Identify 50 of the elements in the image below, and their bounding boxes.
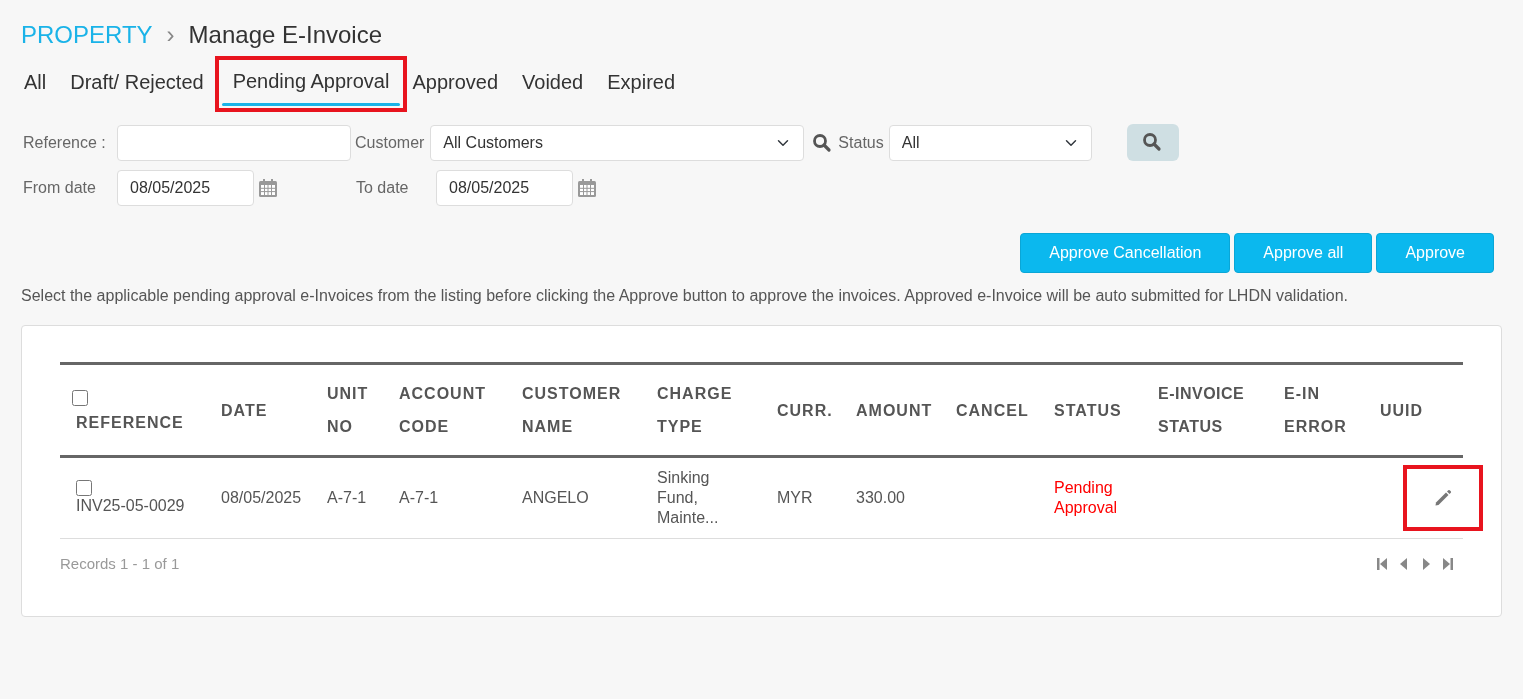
pencil-icon	[1434, 489, 1452, 507]
date-field[interactable]: 08/05/2025	[117, 170, 254, 206]
field-label: Reference :	[22, 132, 107, 153]
calendar-icon[interactable]	[258, 178, 278, 198]
table-cell: A-7-1	[383, 456, 506, 539]
column-header: UNIT NO	[311, 363, 383, 457]
column-header: UUID	[1364, 363, 1463, 457]
field-label: Customer	[355, 132, 425, 153]
page-title: Manage E-Invoice	[188, 20, 383, 50]
status-text: Pending Approval	[1038, 456, 1142, 539]
tab[interactable]: All	[21, 61, 50, 107]
tab[interactable]: Expired	[604, 61, 679, 107]
field-label: To date	[356, 178, 410, 198]
search-icon	[812, 132, 833, 153]
row-checkbox[interactable]	[76, 480, 92, 496]
calendar-icon[interactable]	[577, 178, 597, 198]
tab[interactable]: Draft/ Rejected	[67, 61, 207, 107]
first-page-icon[interactable]	[1375, 557, 1389, 572]
column-header: CANCEL	[940, 363, 1038, 457]
column-header: ACCOUNT CODE	[383, 363, 506, 457]
table-cell: ANGELO	[506, 456, 641, 539]
table-cell: 330.00	[840, 456, 940, 539]
reference-field[interactable]	[117, 124, 351, 161]
table-cell: Sinking Fund, Mainte...	[641, 456, 761, 539]
tab[interactable]: Voided	[519, 61, 587, 107]
column-header: REFERENCE	[76, 412, 185, 433]
last-page-icon[interactable]	[1441, 557, 1455, 572]
search-button[interactable]	[1126, 124, 1179, 161]
customer-dropdown[interactable]: All Customers	[430, 124, 805, 161]
breadcrumb-separator: ›	[166, 20, 175, 50]
column-header: CURR.	[761, 363, 840, 457]
status-dropdown[interactable]: All	[888, 124, 1092, 161]
column-header: AMOUNT	[840, 363, 940, 457]
column-header: CHARGE TYPE	[641, 363, 761, 457]
column-header: STATUS	[1038, 363, 1142, 457]
field-label: From date	[22, 178, 97, 198]
instruction-text: Select the applicable pending approval e-Invoices from the listing before clicking the Approve button to approve the invoices. Approved e-Invoice will be auto submitted for LHDN validation.	[21, 286, 1349, 306]
table-cell: MYR	[761, 456, 840, 539]
select-all-checkbox[interactable]	[72, 389, 88, 406]
date-field[interactable]: 08/05/2025	[436, 170, 573, 206]
column-header: DATE	[205, 363, 311, 457]
field-label: Status	[838, 132, 884, 153]
table-cell-text: INV25-05-0029	[76, 496, 186, 516]
tab[interactable]: Approved	[409, 61, 502, 107]
column-header: CUSTOMER NAME	[506, 363, 641, 457]
table-cell: 08/05/2025	[205, 456, 311, 539]
table-cell: A-7-1	[311, 456, 383, 539]
records-count: Records 1 - 1 of 1	[60, 554, 180, 574]
column-header: E-IN ERROR	[1268, 363, 1364, 457]
column-header: E-INVOICE STATUS	[1142, 363, 1268, 457]
